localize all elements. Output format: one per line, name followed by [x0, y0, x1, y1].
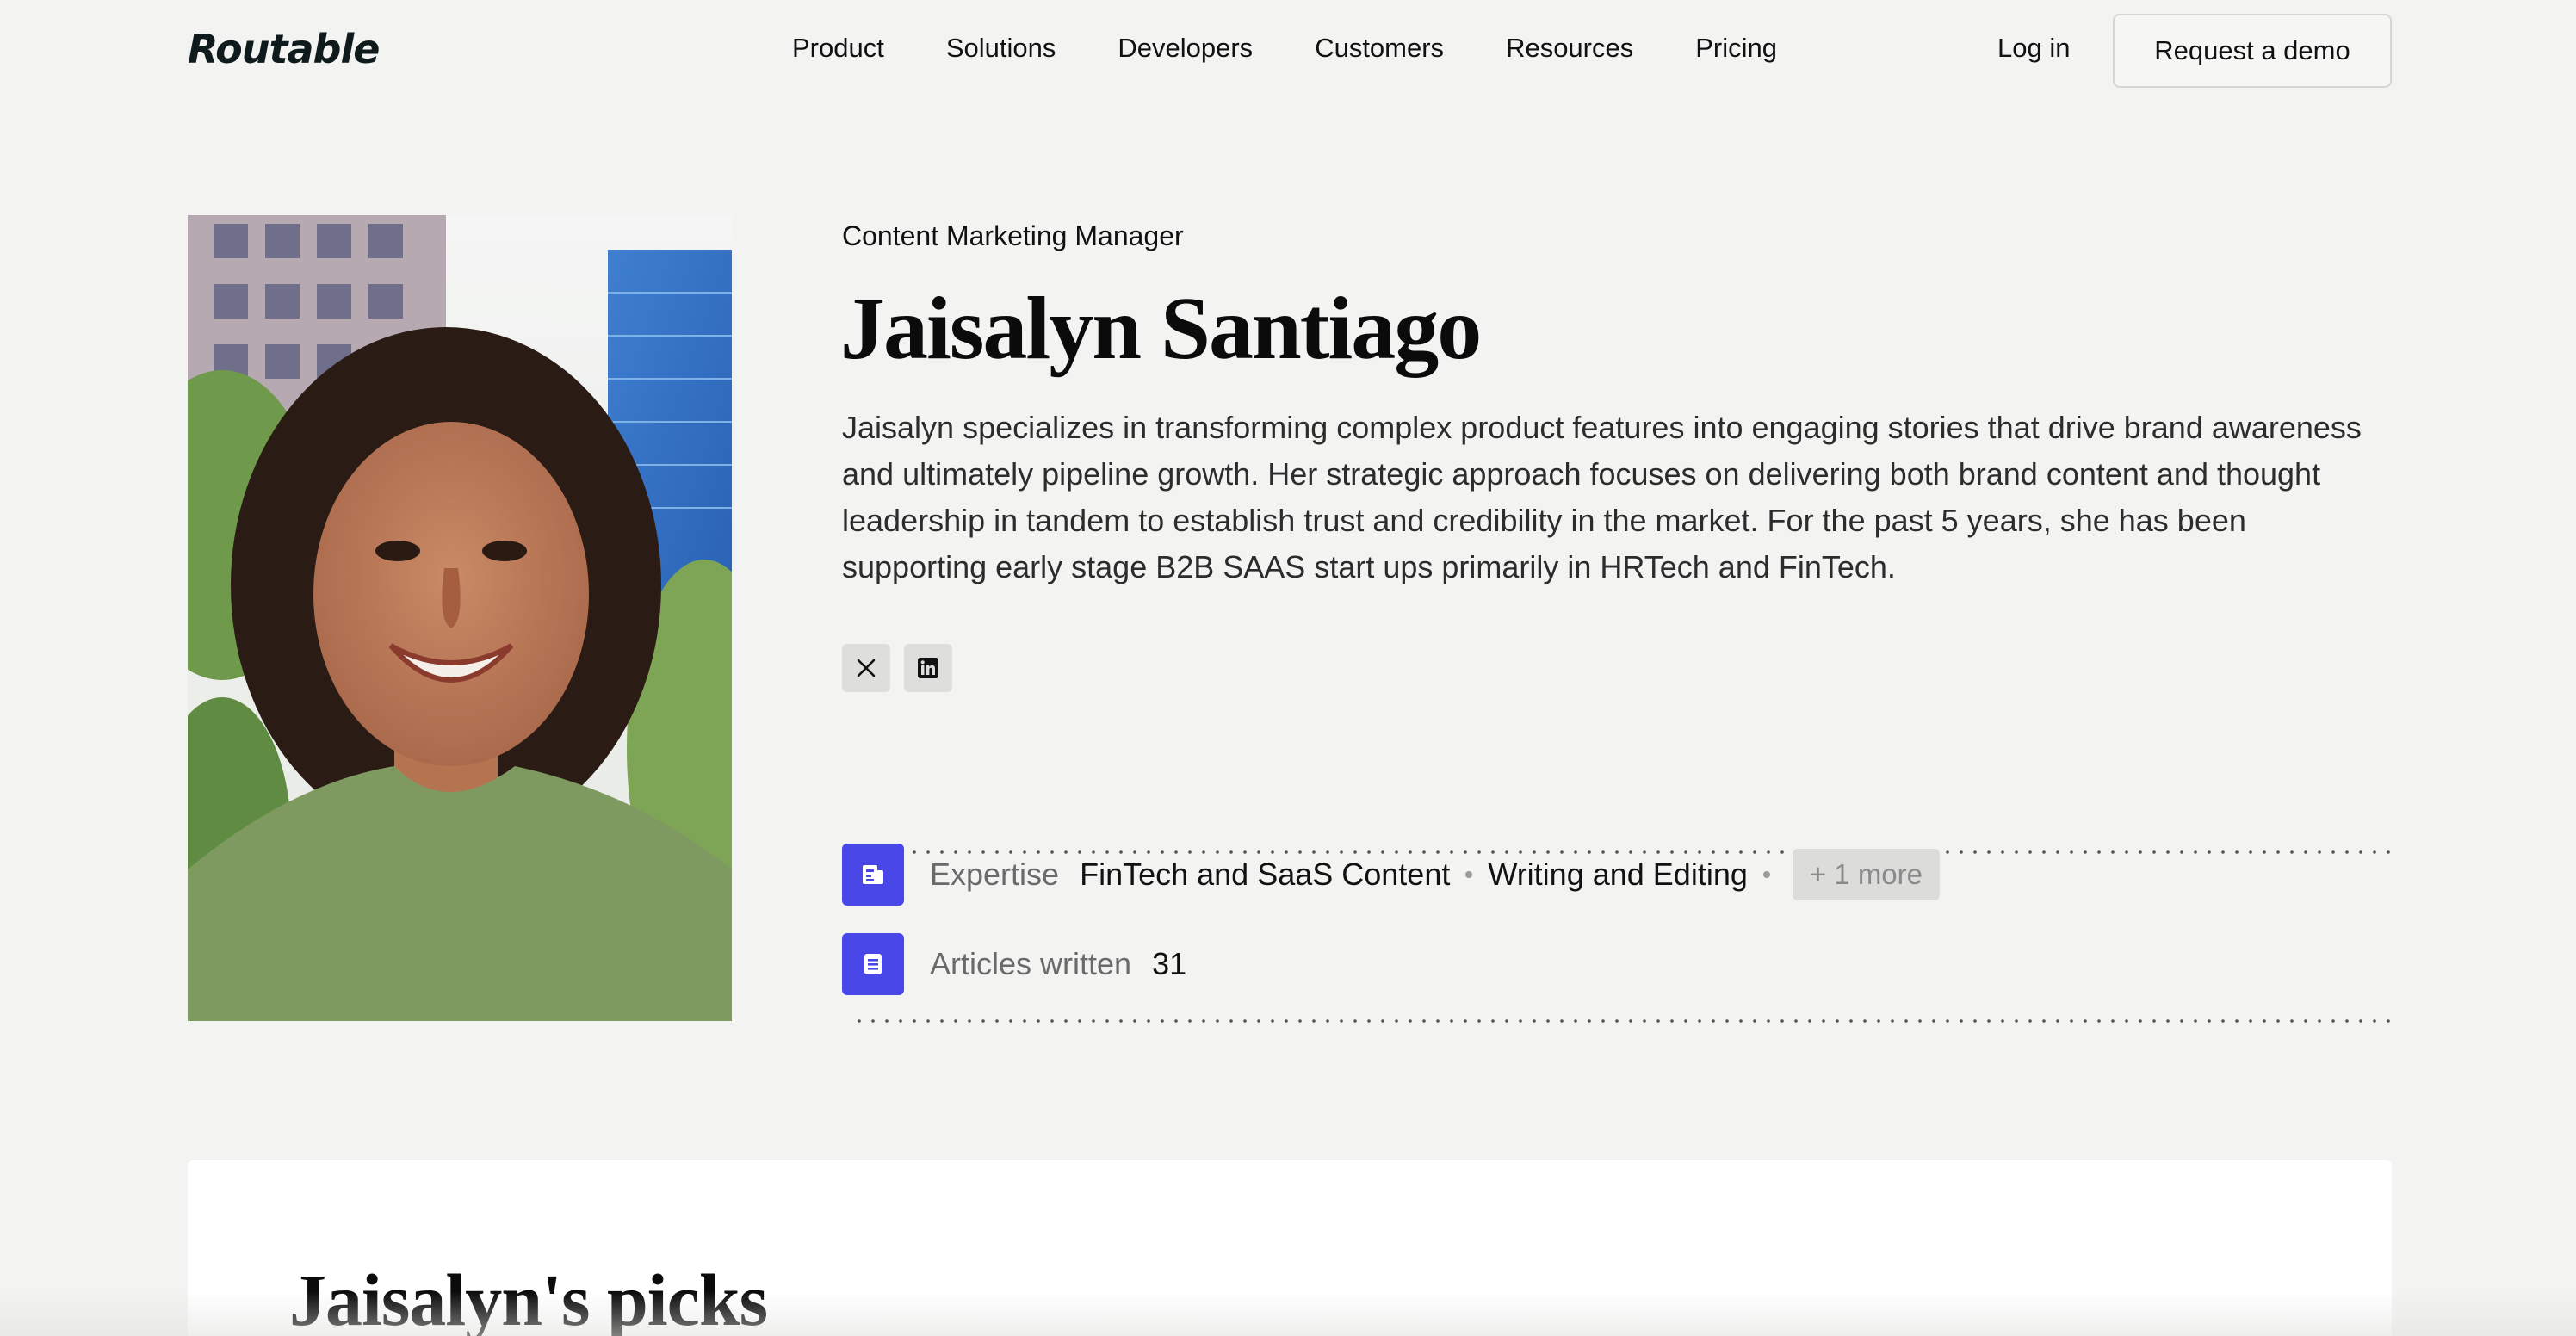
- author-name: Jaisalyn Santiago: [840, 279, 1482, 378]
- login-link[interactable]: Log in: [1997, 33, 2070, 64]
- main-nav-links: Product Solutions Developers Customers R…: [792, 33, 1839, 64]
- x-icon[interactable]: [842, 644, 890, 692]
- nav-link-resources[interactable]: Resources: [1506, 33, 1633, 64]
- nav-link-developers[interactable]: Developers: [1118, 33, 1253, 64]
- expertise-row-content: Expertise FinTech and SaaS Content Writi…: [842, 844, 1941, 906]
- nav-link-customers[interactable]: Customers: [1315, 33, 1444, 64]
- author-photo: [188, 215, 732, 1021]
- expertise-item: FinTech and SaaS Content: [1080, 857, 1451, 892]
- page: Routable Product Solutions Developers Cu…: [0, 0, 2576, 1336]
- expertise-label: Expertise: [930, 857, 1060, 892]
- linkedin-icon[interactable]: [904, 644, 952, 692]
- nav-link-solutions[interactable]: Solutions: [946, 33, 1056, 64]
- articles-label: Articles written: [930, 946, 1132, 981]
- bullet-separator: [1465, 871, 1473, 878]
- picks-title: Jaisalyn's picks: [289, 1259, 768, 1336]
- request-demo-button[interactable]: Request a demo: [2113, 14, 2392, 88]
- nav-link-pricing[interactable]: Pricing: [1695, 33, 1777, 64]
- top-nav: Routable Product Solutions Developers Cu…: [0, 0, 2576, 102]
- expertise-item: Writing and Editing: [1488, 857, 1748, 892]
- more-expertise-chip[interactable]: + 1 more: [1792, 849, 1941, 900]
- routable-logo[interactable]: Routable: [188, 26, 380, 72]
- social-links: [842, 644, 952, 692]
- articles-row: Articles written 31: [842, 933, 1186, 995]
- expertise-icon: [842, 844, 904, 906]
- bullet-separator: [1762, 871, 1770, 878]
- articles-count: 31: [1152, 946, 1187, 981]
- author-role: Content Marketing Manager: [842, 220, 1184, 251]
- author-bio: Jaisalyn specializes in transforming com…: [842, 410, 2362, 584]
- document-icon: [842, 933, 904, 995]
- picks-section: Jaisalyn's picks: [188, 1160, 2392, 1336]
- divider-bottom: [852, 1019, 2393, 1023]
- nav-link-product[interactable]: Product: [792, 33, 884, 64]
